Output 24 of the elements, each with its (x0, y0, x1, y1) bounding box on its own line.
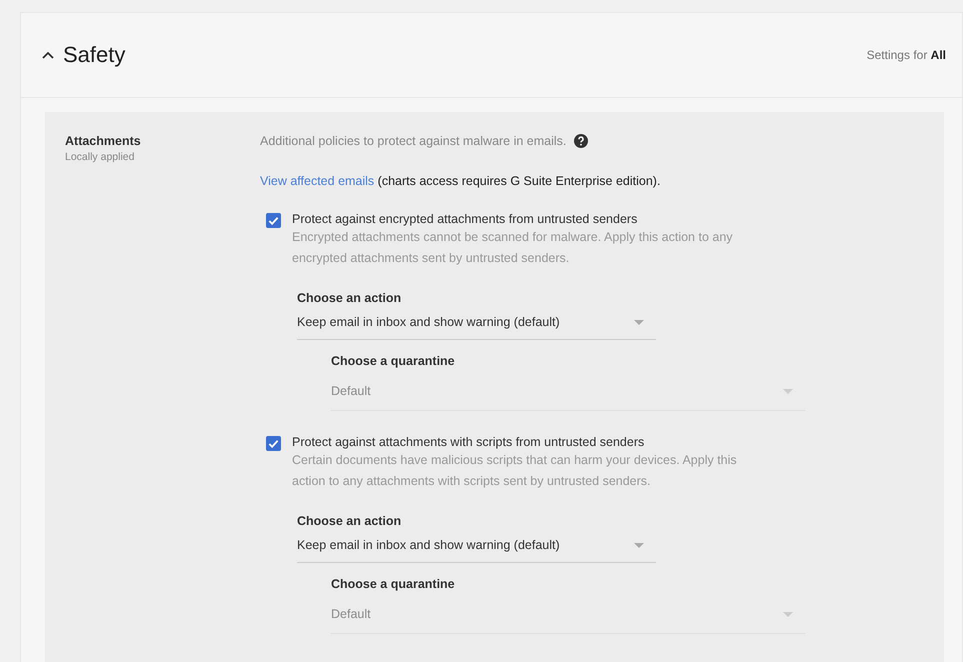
chevron-icon (41, 50, 55, 60)
help-icon[interactable] (574, 134, 588, 148)
settings-scope: Settings for All (866, 48, 946, 62)
collapse-toggle[interactable]: Safety (41, 42, 126, 68)
checkbox[interactable] (266, 436, 281, 451)
action-label: Choose an action (297, 514, 402, 528)
option-label: Protect against attachments with scripts from untrusted senders (292, 435, 646, 449)
setting-status: Locally applied (65, 151, 136, 163)
setting-description: Additional policies to protect against malware in emails. (260, 134, 566, 148)
dropdown-arrow-icon (634, 320, 644, 324)
quarantine-label: Choose a quarantine (331, 577, 456, 591)
action-dropdown[interactable]: Keep email in inbox and show warning (default) (297, 305, 656, 340)
option-label: Protect against encrypted attachments from untrusted senders (292, 212, 638, 226)
dropdown-arrow-icon (783, 388, 793, 394)
checkbox[interactable] (266, 213, 281, 228)
dropdown-arrow-icon (634, 542, 644, 548)
action-label: Choose an action (297, 291, 402, 305)
quarantine-label: Choose a quarantine (331, 354, 456, 368)
setting-name: Attachments (65, 134, 142, 148)
option-help: Encrypted attachments cannot be scanned for malware. Apply this action to any encrypted attachments sent by untrusted senders. (292, 229, 734, 267)
action-dropdown[interactable]: Keep email in inbox and show warning (default) (297, 528, 656, 563)
option-help: Certain documents have malicious scripts that can harm your devices. Apply this action to any attachments with scripts sent by untrusted senders. (292, 452, 738, 490)
affected-emails-note: View affected emails (charts access requires G Suite Enterprise edition). (260, 174, 662, 188)
dropdown-arrow-icon (783, 612, 793, 616)
